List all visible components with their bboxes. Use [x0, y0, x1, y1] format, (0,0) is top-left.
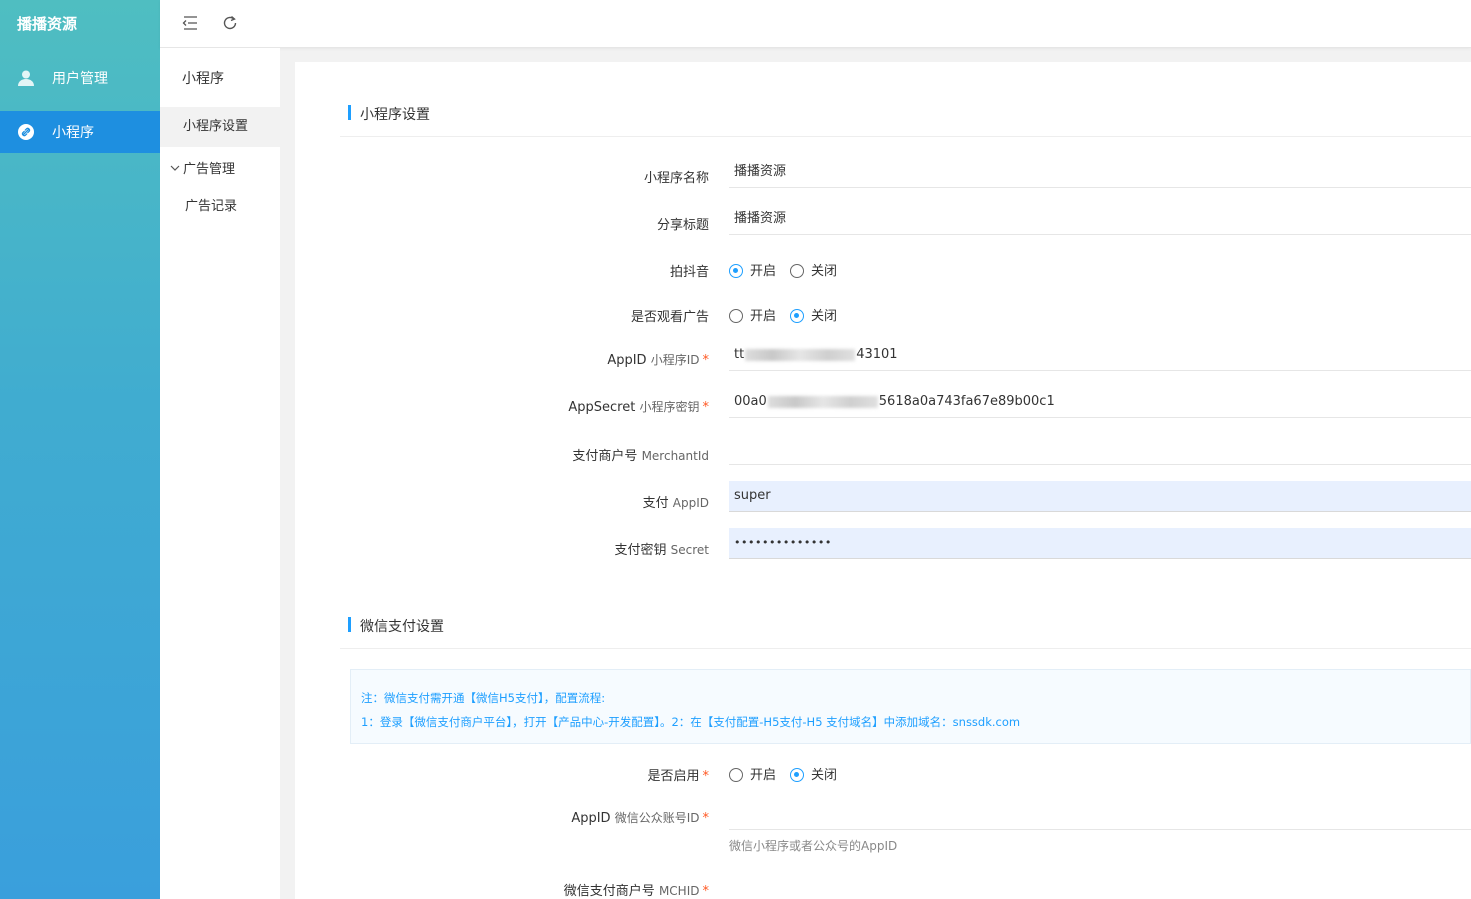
field-label-enabled: 是否启用 * — [647, 769, 709, 784]
main-sidebar: 播播资源 用户管理 小程序 — [0, 0, 160, 899]
submenu-item-ad-records[interactable]: 广告记录 — [160, 187, 280, 227]
sub-menu: 小程序 小程序设置 广告管理 广告记录 — [160, 48, 280, 899]
sidebar-item-users[interactable]: 用户管理 — [0, 57, 160, 99]
wechat-appid-input[interactable] — [729, 799, 1471, 830]
brand-logo: 播播资源 — [17, 15, 78, 33]
field-label-pay-appid: 支付 AppID — [642, 496, 709, 511]
sidebar-item-label: 小程序 — [52, 125, 94, 141]
share-title-input[interactable]: 播播资源 — [729, 204, 1471, 235]
section-title-miniapp: 小程序设置 — [348, 104, 430, 124]
field-label-share-title: 分享标题 — [656, 218, 709, 233]
watch-ad-radio-on[interactable]: 开启 — [729, 305, 776, 324]
sidebar-item-miniapp[interactable]: 小程序 — [0, 111, 160, 153]
field-label-mchid: 微信支付商户号 MCHID * — [563, 884, 709, 899]
appsecret-input[interactable]: 00a0 5618a0a743fa67e89b00c1 — [729, 387, 1471, 418]
divider — [340, 136, 1471, 137]
pay-appid-input[interactable]: super — [729, 481, 1471, 512]
redacted-blur — [745, 348, 856, 361]
radio-unchecked-icon — [729, 309, 743, 323]
watch-ad-radio-off[interactable]: 关闭 — [790, 305, 837, 324]
radio-checked-icon — [790, 309, 805, 323]
wechat-enabled-radio-off[interactable]: 关闭 — [790, 764, 837, 783]
radio-unchecked-icon — [790, 264, 805, 278]
radio-checked-icon — [729, 264, 743, 278]
user-icon — [17, 69, 35, 87]
settings-card: 小程序设置 小程序名称 播播资源 分享标题 播播资源 拍抖音 开启 关闭 是否观… — [295, 62, 1471, 899]
sidebar-item-label: 用户管理 — [52, 71, 108, 87]
appid-input[interactable]: tt 43101 — [729, 340, 1471, 371]
redacted-blur — [767, 395, 878, 408]
field-label-name: 小程序名称 — [643, 171, 709, 186]
wechat-enabled-radio-on[interactable]: 开启 — [729, 764, 776, 783]
douyin-radio-on[interactable]: 开启 — [729, 260, 776, 279]
submenu-title: 小程序 — [182, 71, 224, 87]
field-label-wechat-appid: AppID 微信公众账号ID * — [571, 811, 709, 826]
section-title-wechat-pay: 微信支付设置 — [348, 616, 444, 636]
top-header — [160, 0, 1471, 48]
wechat-enabled-radio-group: 开启 关闭 — [729, 764, 851, 783]
refresh-icon[interactable] — [220, 13, 240, 33]
submenu-group-ad-management[interactable]: 广告管理 — [170, 158, 235, 177]
field-label-douyin: 拍抖音 — [669, 265, 709, 280]
notice-line-1: 注：微信支付需开通【微信H5支付】，配置流程: — [361, 691, 606, 705]
field-label-pay-secret: 支付密钥 Secret — [614, 543, 709, 558]
submenu-item-miniapp-settings[interactable]: 小程序设置 — [160, 107, 280, 147]
field-label-appid: AppID 小程序ID * — [607, 353, 709, 368]
douyin-radio-group: 开启 关闭 — [729, 260, 851, 279]
link-icon — [17, 123, 35, 141]
watch-ad-radio-group: 开启 关闭 — [729, 305, 851, 324]
field-label-merchant: 支付商户号 MerchantId — [572, 449, 709, 464]
field-label-watch-ad: 是否观看广告 — [630, 310, 709, 325]
douyin-radio-off[interactable]: 关闭 — [790, 260, 837, 279]
notice-line-2: 1：登录【微信支付商户平台】，打开【产品中心-开发配置】。2：在【支付配置-H5… — [361, 715, 1021, 729]
merchant-id-input[interactable] — [729, 434, 1471, 465]
pay-secret-input[interactable]: •••••••••••••• — [729, 528, 1471, 559]
submenu-group-label: 广告管理 — [183, 162, 236, 177]
menu-fold-icon[interactable] — [180, 13, 200, 33]
miniapp-name-input[interactable]: 播播资源 — [729, 157, 1471, 188]
wechat-appid-help: 微信小程序或者公众号的AppID — [729, 839, 898, 853]
radio-checked-icon — [790, 768, 805, 782]
field-label-appsecret: AppSecret 小程序密钥 * — [568, 400, 709, 415]
divider — [340, 648, 1471, 649]
wechat-pay-notice: 注：微信支付需开通【微信H5支付】，配置流程: 1：登录【微信支付商户平台】，打… — [350, 669, 1471, 744]
chevron-down-icon — [170, 165, 180, 171]
radio-unchecked-icon — [729, 768, 743, 782]
